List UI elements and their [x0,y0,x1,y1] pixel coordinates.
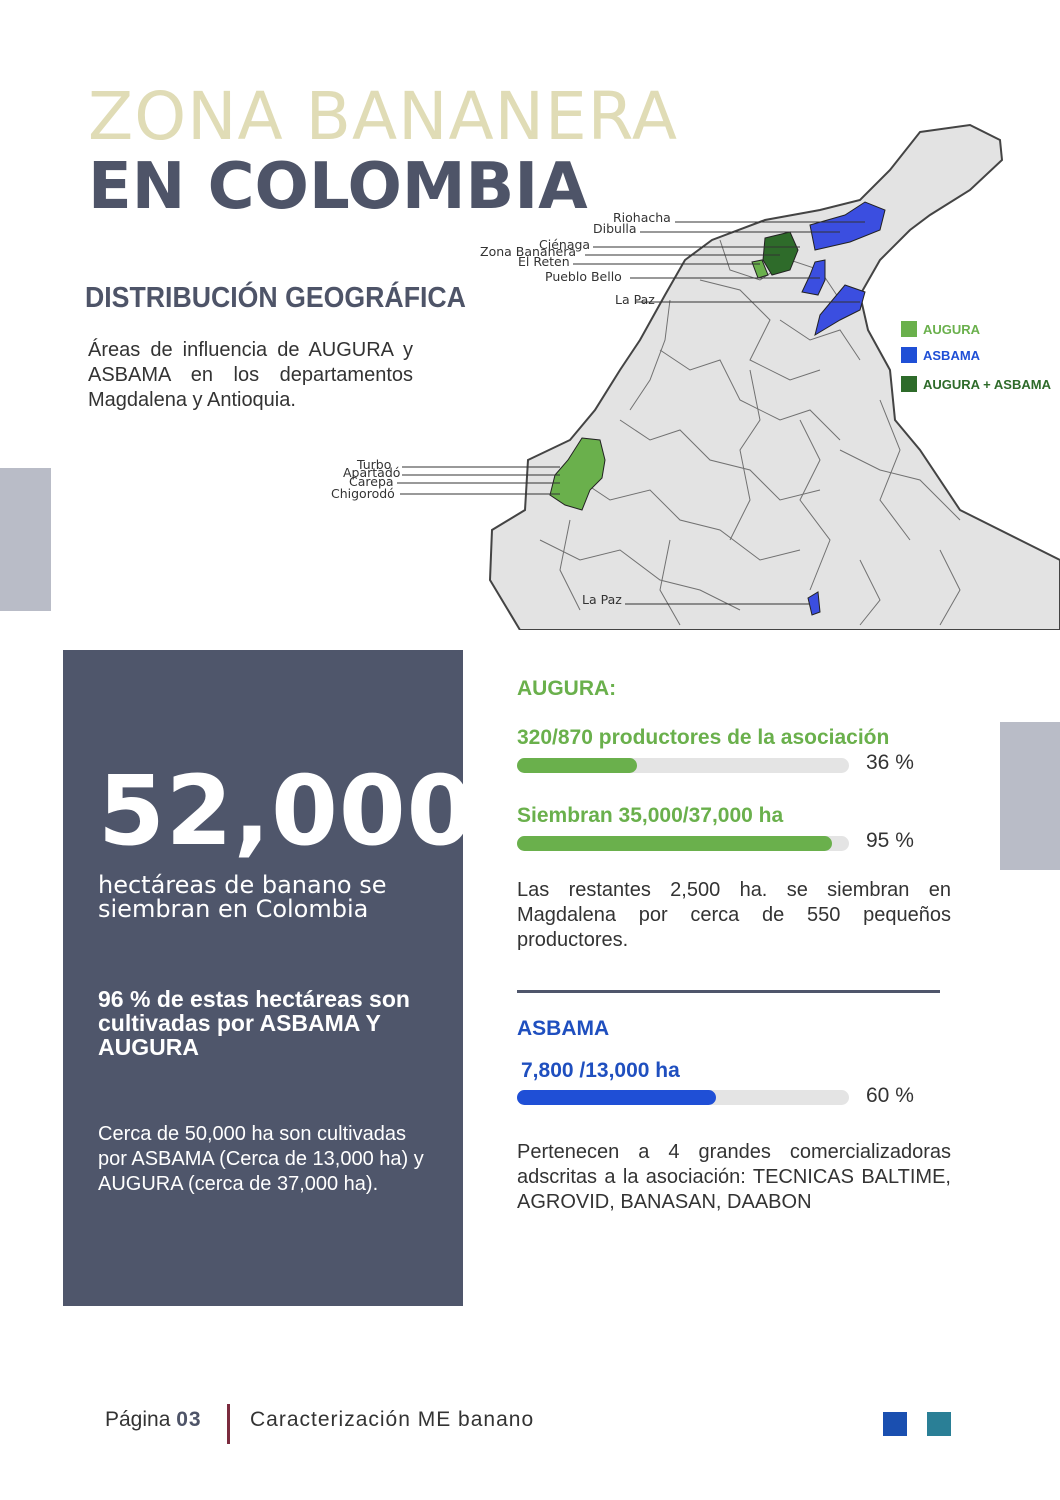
legend-label-asbama: ASBAMA [923,347,981,363]
legend-swatch-augura-asbama [901,376,917,392]
legend-swatch-augura [901,321,917,337]
augura-bar2-label: Siembran 35,000/37,000 ha [517,804,784,827]
stats-card: 52,000 hectáreas de banano se siembran e… [63,650,473,1306]
asbama-note: Pertenecen a 4 grandes comercializadoras… [517,1141,951,1213]
legend-swatch-asbama [901,347,917,363]
footer-square-1 [883,1412,907,1436]
legend-augura: AUGURA [901,321,980,337]
legend-label-augura-asbama: AUGURA + ASBAMA [923,376,1051,392]
footer-page-number: 03 [176,1408,202,1431]
card-highlight: 96 % de estas hectáreas son cultivadas p… [98,986,410,1060]
map-svg: Riohacha Dibulla Ciénaga Zona Bananera E… [331,123,1060,631]
colombia-map: Riohacha Dibulla Ciénaga Zona Bananera E… [320,120,1060,631]
augura-note: Las restantes 2,500 ha. se siembran en M… [517,879,951,951]
footer-page-word: Página [105,1408,171,1431]
augura-bar2-fill [517,836,833,851]
section-divider [517,990,940,993]
big-number: 52,000 [98,755,475,867]
augura-bar2-percent: 95 % [866,829,914,852]
map-label-pueblo-bello: Pueblo Bello [545,269,622,284]
side-tab-right [1000,722,1060,870]
big-number-caption: hectáreas de banano se siembran en Colom… [98,871,387,923]
footer-page: Página 03 [105,1408,202,1432]
augura-bar1-label: 320/870 productores de la asociación [517,726,890,749]
map-label-el-reten: El Reten [518,254,570,269]
augura-bar1-percent: 36 % [866,751,914,774]
legend-asbama: ASBAMA [901,347,980,363]
augura-bar2-track [517,836,849,851]
asbama-bar1-label: 7,800 /13,000 ha [521,1059,680,1082]
asbama-bar1-track [517,1090,849,1105]
augura-heading: AUGURA: [517,677,617,700]
map-label-la-paz: La Paz [615,292,655,307]
augura-bar1-fill [517,758,637,773]
card-note: Cerca de 50,000 ha son cultivadas por AS… [98,1123,424,1195]
map-label-la-paz-south: La Paz [582,592,622,607]
legend-augura-asbama: AUGURA + ASBAMA [901,376,1051,392]
side-tab-left [0,468,51,611]
legend-label-augura: AUGURA [923,321,981,337]
footer-doc-title: Caracterización ME banano [250,1408,535,1431]
augura-bar1-track [517,758,849,773]
asbama-bar1-percent: 60 % [866,1084,914,1107]
map-label-dibulla: Dibulla [593,221,637,236]
footer-separator [227,1404,230,1444]
asbama-heading: ASBAMA [517,1017,610,1040]
asbama-bar1-fill [517,1090,717,1105]
footer-square-2 [927,1412,951,1436]
map-label-chigorodo: Chigorodó [331,486,395,501]
